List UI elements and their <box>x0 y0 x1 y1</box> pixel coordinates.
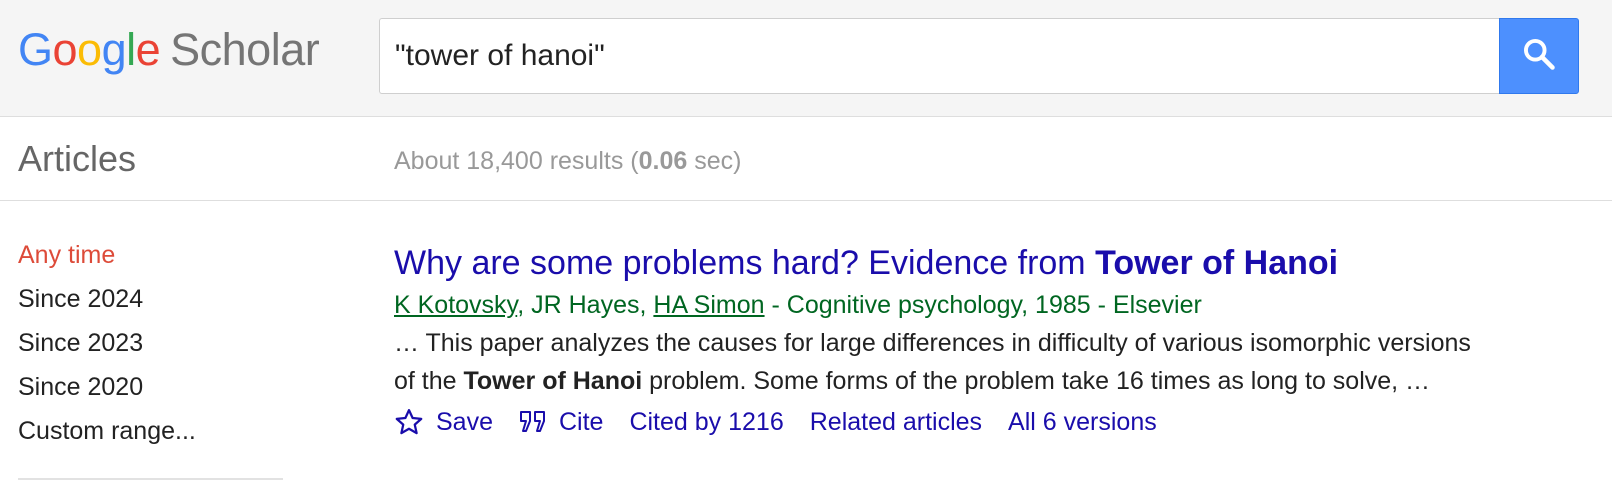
logo-letter-g1: G <box>18 24 53 75</box>
snippet-highlight: Tower of Hanoi <box>463 367 643 395</box>
time-filter-sidebar: Any time Since 2024 Since 2023 Since 202… <box>18 240 283 480</box>
snippet-text: of the <box>394 367 464 395</box>
cited-by-link[interactable]: Cited by 1216 <box>629 402 783 442</box>
sidebar-divider <box>18 478 283 480</box>
result-snippet: … This paper analyzes the causes for lar… <box>394 324 1544 400</box>
header-bar: Google Scholar <box>0 0 1612 117</box>
result-title-link[interactable]: Why are some problems hard? Evidence fro… <box>394 240 1544 286</box>
related-articles-link[interactable]: Related articles <box>810 402 982 442</box>
logo-letter-e: e <box>135 24 161 75</box>
snippet-line-2: of the Tower of Hanoi problem. Some form… <box>394 362 1544 400</box>
result-stats-prefix: About 18,400 results ( <box>394 147 639 175</box>
save-label: Save <box>436 408 493 436</box>
search-input[interactable] <box>379 18 1500 94</box>
cite-label: Cite <box>558 408 604 436</box>
quote-icon <box>519 409 547 435</box>
section-title[interactable]: Articles <box>18 137 136 181</box>
logo-product-name: Scholar <box>170 24 320 75</box>
result-title-bold: Tower of Hanoi <box>1095 244 1339 282</box>
result-actions: Save Cite Cited by 1216 Related articles… <box>394 402 1544 442</box>
results-subbar: Articles About 18,400 results (0.06 sec) <box>0 117 1612 201</box>
cite-button[interactable]: Cite <box>519 402 603 442</box>
search-button[interactable] <box>1499 18 1579 94</box>
author-separator: , <box>517 291 532 319</box>
star-icon <box>394 407 424 437</box>
logo-letter-g2: g <box>101 24 127 75</box>
snippet-text: problem. Some forms of the problem take … <box>642 367 1431 395</box>
result-stats-time: 0.06 <box>638 147 688 175</box>
result-stats-suffix: sec) <box>687 147 742 175</box>
filter-custom-range[interactable]: Custom range... <box>18 416 283 460</box>
filter-any-time[interactable]: Any time <box>18 240 283 284</box>
logo-letter-o2: o <box>77 24 102 75</box>
search-result: Why are some problems hard? Evidence fro… <box>394 240 1544 442</box>
result-source: - Cognitive psychology, 1985 - Elsevier <box>764 291 1202 319</box>
google-scholar-logo[interactable]: Google Scholar <box>18 22 320 78</box>
save-button[interactable]: Save <box>394 402 493 442</box>
author-link-simon[interactable]: HA Simon <box>653 291 764 319</box>
author-separator: , <box>639 291 654 319</box>
logo-letter-l: l <box>126 24 136 75</box>
filter-since-2023[interactable]: Since 2023 <box>18 328 283 372</box>
result-authors: K Kotovsky, JR Hayes, HA Simon - Cogniti… <box>394 288 1544 322</box>
snippet-line-1: … This paper analyzes the causes for lar… <box>394 329 1471 357</box>
result-title-plain: Why are some problems hard? Evidence fro… <box>394 244 1096 282</box>
search-icon <box>1521 36 1557 77</box>
author-link-kotovsky[interactable]: K Kotovsky <box>394 291 517 319</box>
result-stats: About 18,400 results (0.06 sec) <box>394 145 741 177</box>
all-versions-link[interactable]: All 6 versions <box>1008 402 1157 442</box>
logo-letter-o1: o <box>52 24 78 75</box>
filter-since-2024[interactable]: Since 2024 <box>18 284 283 328</box>
author-hayes: JR Hayes <box>531 291 640 319</box>
filter-since-2020[interactable]: Since 2020 <box>18 372 283 416</box>
